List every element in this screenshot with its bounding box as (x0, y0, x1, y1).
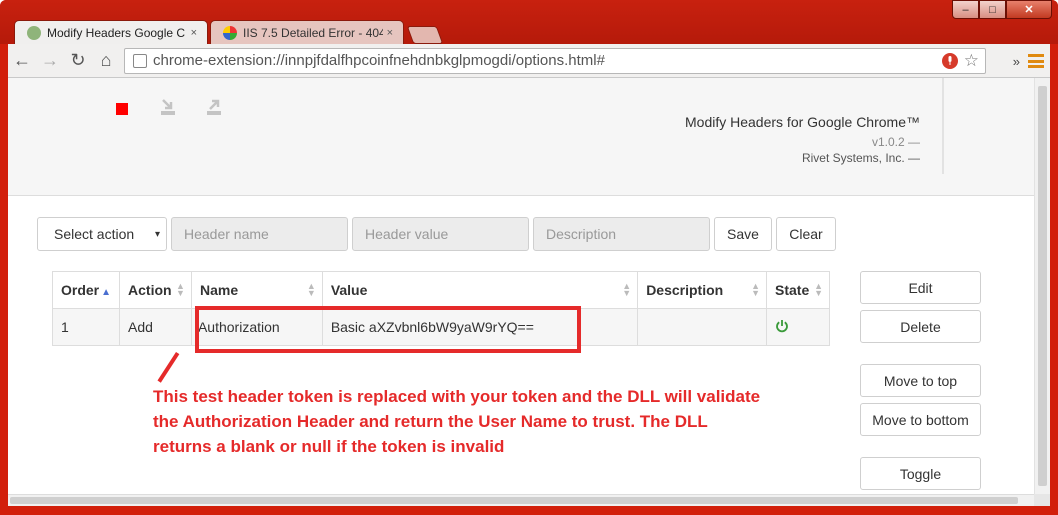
move-to-bottom-button[interactable]: Move to bottom (860, 403, 981, 436)
header-value-input[interactable]: Header value (352, 217, 529, 251)
sort-icon: ▲ ▼ (814, 281, 823, 298)
save-button[interactable]: Save (714, 217, 772, 251)
extension-version: v1.0.2 — (871, 135, 920, 149)
modify-headers-favicon-icon (27, 25, 41, 40)
address-bar[interactable]: chrome-extension://innpjfdalfhpcoinfnehd… (124, 47, 986, 74)
col-state[interactable]: State ▲ ▼ (766, 271, 830, 309)
sort-icon: ▲ ▼ (176, 281, 185, 298)
tab-title: Modify Headers Google C (47, 25, 186, 40)
power-icon[interactable] (775, 319, 789, 333)
close-window-button[interactable]: ✕ (1006, 0, 1052, 19)
annotation-line-3: returns a blank or null if the token is … (153, 437, 505, 456)
col-action-label: Action (128, 282, 172, 298)
scrollbar-corner (1034, 494, 1050, 506)
forward-button[interactable]: → (36, 47, 64, 75)
back-button[interactable]: ← (8, 47, 36, 75)
sort-icon: ▲ ▼ (751, 281, 761, 298)
cell-action: Add (119, 308, 192, 346)
col-description-label: Description (646, 282, 724, 298)
url-text[interactable]: chrome-extension://innpjfdalfhpcoinfnehd… (153, 52, 942, 69)
toggle-button[interactable]: Toggle (860, 457, 981, 490)
page-icon (133, 53, 147, 68)
sort-icon: ▲ ▼ (306, 281, 316, 298)
edit-button[interactable]: Edit (860, 271, 981, 304)
home-button[interactable]: ⌂ (92, 47, 120, 75)
bookmark-star-icon[interactable]: ☆ (964, 51, 979, 71)
action-select-label: Select action (54, 226, 135, 242)
header-divider (942, 78, 944, 174)
cell-description (637, 308, 768, 346)
microphone-icon[interactable] (941, 52, 958, 69)
annotation-line-2: the Authorization Header and return the … (153, 412, 708, 431)
tab-close-icon[interactable]: × (191, 27, 197, 39)
annotation-pointer-line (157, 352, 180, 383)
header-form: Select action ▾ Header name Header value… (37, 217, 836, 251)
stop-icon[interactable] (116, 103, 128, 115)
clear-button[interactable]: Clear (776, 217, 836, 251)
delete-button[interactable]: Delete (860, 310, 981, 343)
col-description[interactable]: Description ▲ ▼ (637, 271, 768, 309)
tab-close-icon[interactable]: × (387, 27, 393, 39)
cell-state[interactable] (766, 308, 830, 346)
tab-iis-error[interactable]: IIS 7.5 Detailed Error - 404.0 × (210, 20, 404, 44)
col-name-label: Name (199, 282, 239, 298)
horizontal-scrollbar[interactable] (8, 494, 1034, 506)
browser-toolbar: ← → ↻ ⌂ chrome-extension://innpjfdalfhpc… (8, 44, 1050, 78)
extension-area: » (1013, 44, 1044, 78)
maximize-button[interactable]: □ (979, 0, 1006, 19)
minimize-button[interactable]: – (952, 0, 979, 19)
col-order[interactable]: Order ▲ (51, 271, 121, 309)
window-controls: – □ ✕ (952, 0, 1052, 19)
dropdown-caret-icon: ▾ (154, 229, 160, 240)
extension-header-panel: Modify Headers for Google Chrome™ v1.0.2… (8, 78, 1034, 196)
page-content: Modify Headers for Google Chrome™ v1.0.2… (8, 78, 1050, 496)
annotation-line-1: This test header token is replaced with … (153, 387, 761, 406)
col-name[interactable]: Name ▲ ▼ (190, 271, 323, 309)
import-icon[interactable] (160, 98, 176, 116)
reload-button[interactable]: ↻ (64, 47, 92, 75)
cell-order: 1 (51, 308, 121, 346)
sort-asc-icon: ▲ (101, 287, 112, 298)
header-name-input[interactable]: Header name (171, 217, 348, 251)
export-icon[interactable] (206, 98, 222, 116)
col-action[interactable]: Action ▲ ▼ (119, 271, 192, 309)
tab-modify-headers[interactable]: Modify Headers Google C × (14, 20, 208, 44)
horizontal-scrollbar-thumb[interactable] (10, 497, 1018, 504)
vertical-scrollbar[interactable] (1034, 78, 1050, 496)
extension-company: Rivet Systems, Inc. — (801, 151, 920, 165)
new-tab-button[interactable] (406, 26, 444, 44)
table-header-row: Order ▲ Action ▲ ▼ Name ▲ ▼ Value ▲ ▼ Descripti… (51, 271, 830, 309)
annotation-text: This test header token is replaced with … (153, 384, 843, 459)
tab-title: IIS 7.5 Detailed Error - 404.0 (243, 25, 383, 40)
tab-strip: Modify Headers Google C × IIS 7.5 Detail… (14, 20, 444, 44)
chrome-menu-icon[interactable] (1028, 54, 1044, 68)
col-value-label: Value (330, 282, 368, 298)
move-to-top-button[interactable]: Move to top (860, 364, 981, 397)
col-value[interactable]: Value ▲ ▼ (321, 271, 639, 309)
iis-favicon-icon (223, 25, 237, 40)
sort-icon: ▲ ▼ (622, 281, 632, 298)
overflow-chevron-icon[interactable]: » (1013, 54, 1020, 69)
annotation-highlight-box (195, 306, 581, 353)
col-order-label: Order (61, 282, 100, 298)
action-select[interactable]: Select action ▾ (37, 217, 167, 251)
col-state-label: State (775, 282, 810, 298)
extension-title: Modify Headers for Google Chrome™ (685, 114, 920, 130)
vertical-scrollbar-thumb[interactable] (1038, 86, 1047, 486)
description-input[interactable]: Description (533, 217, 710, 251)
